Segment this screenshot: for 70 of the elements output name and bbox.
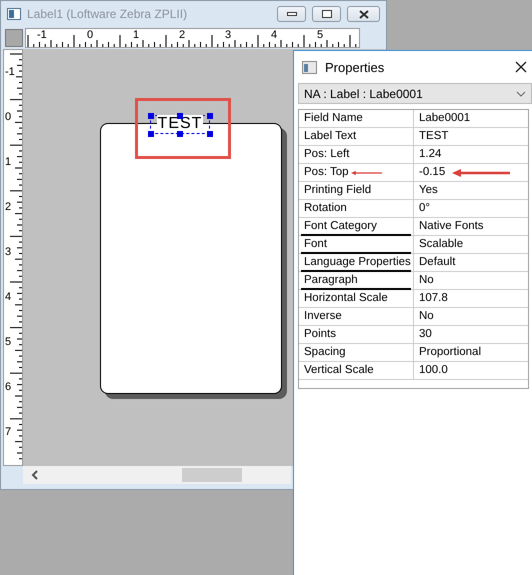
property-value[interactable]: Native Fonts xyxy=(414,218,528,236)
ruler-label: 1 xyxy=(132,30,140,41)
ruler-label: 4 xyxy=(270,30,278,41)
property-name: Font xyxy=(299,236,414,254)
property-value[interactable]: No xyxy=(414,272,528,290)
property-name: Printing Field xyxy=(299,182,414,200)
property-value[interactable]: Scalable xyxy=(414,236,528,254)
selection-handle[interactable] xyxy=(177,131,183,137)
window-icon xyxy=(302,60,317,74)
window-icon xyxy=(7,8,21,20)
scrollbar-thumb[interactable] xyxy=(182,468,242,482)
ruler-label: -1 xyxy=(36,30,48,41)
property-value[interactable]: Yes xyxy=(414,182,528,200)
property-value[interactable]: -0.15 xyxy=(414,164,528,182)
window-title: Properties xyxy=(325,60,386,74)
property-value[interactable]: Default xyxy=(414,254,528,272)
window-title: Label1 (Loftware Zebra ZPLII) xyxy=(27,7,188,21)
selection-handle[interactable] xyxy=(207,131,213,137)
ruler-label: 5 xyxy=(316,30,324,41)
property-name: Vertical Scale xyxy=(299,362,414,380)
ruler-label: 3 xyxy=(4,247,12,258)
close-icon[interactable] xyxy=(515,61,527,73)
selection-handle[interactable] xyxy=(148,113,154,119)
chevron-down-icon xyxy=(516,90,526,96)
property-name: Label Text xyxy=(299,128,414,146)
property-value[interactable]: TEST xyxy=(414,128,528,146)
ruler-label: 2 xyxy=(178,30,186,41)
property-name: Pos: Top xyxy=(299,164,414,182)
ruler-label: 0 xyxy=(4,112,12,123)
property-name: Language Properties xyxy=(299,254,414,272)
close-icon xyxy=(358,10,368,18)
ruler-label: 7 xyxy=(4,427,12,438)
property-value[interactable]: No xyxy=(414,308,528,326)
object-selector[interactable]: NA : Label : Labe0001 xyxy=(298,83,532,104)
ruler-corner xyxy=(5,29,23,47)
property-name: Inverse xyxy=(299,308,414,326)
property-value[interactable]: 100.0 xyxy=(414,362,528,380)
property-name: Font Category xyxy=(299,218,414,236)
property-name: Pos: Left xyxy=(299,146,414,164)
arrow-icon xyxy=(452,169,512,177)
property-value[interactable]: Proportional xyxy=(414,344,528,362)
property-name: Spacing xyxy=(299,344,414,362)
property-name: Paragraph xyxy=(299,272,414,290)
property-name: Field Name xyxy=(299,110,414,128)
property-value[interactable]: 1.24 xyxy=(414,146,528,164)
property-value[interactable]: 30 xyxy=(414,326,528,344)
ruler-label: 1 xyxy=(4,157,12,168)
ruler-label: 5 xyxy=(4,337,12,348)
horizontal-scrollbar[interactable] xyxy=(23,466,291,484)
restore-icon xyxy=(322,10,332,18)
property-name: Rotation xyxy=(299,200,414,218)
property-value[interactable]: 0° xyxy=(414,200,528,218)
property-value[interactable]: Labe0001 xyxy=(414,110,528,128)
ruler-label: 0 xyxy=(86,30,94,41)
property-name: Horizontal Scale xyxy=(299,290,414,308)
restore-button[interactable] xyxy=(312,6,341,22)
ruler-label: 6 xyxy=(4,382,12,393)
scroll-left-icon[interactable] xyxy=(31,470,39,480)
ruler-label: 3 xyxy=(224,30,232,41)
ruler-label: -1 xyxy=(4,67,16,78)
selection-handle[interactable] xyxy=(148,131,154,137)
arrow-icon xyxy=(351,169,383,177)
selection-handle[interactable] xyxy=(207,113,213,119)
property-name: Points xyxy=(299,326,414,344)
ruler-label: 2 xyxy=(4,202,12,213)
minimize-button[interactable] xyxy=(277,6,306,22)
property-value[interactable]: 107.8 xyxy=(414,290,528,308)
close-button[interactable] xyxy=(347,6,380,22)
ruler-label: 4 xyxy=(4,292,12,303)
minimize-icon xyxy=(286,12,296,16)
